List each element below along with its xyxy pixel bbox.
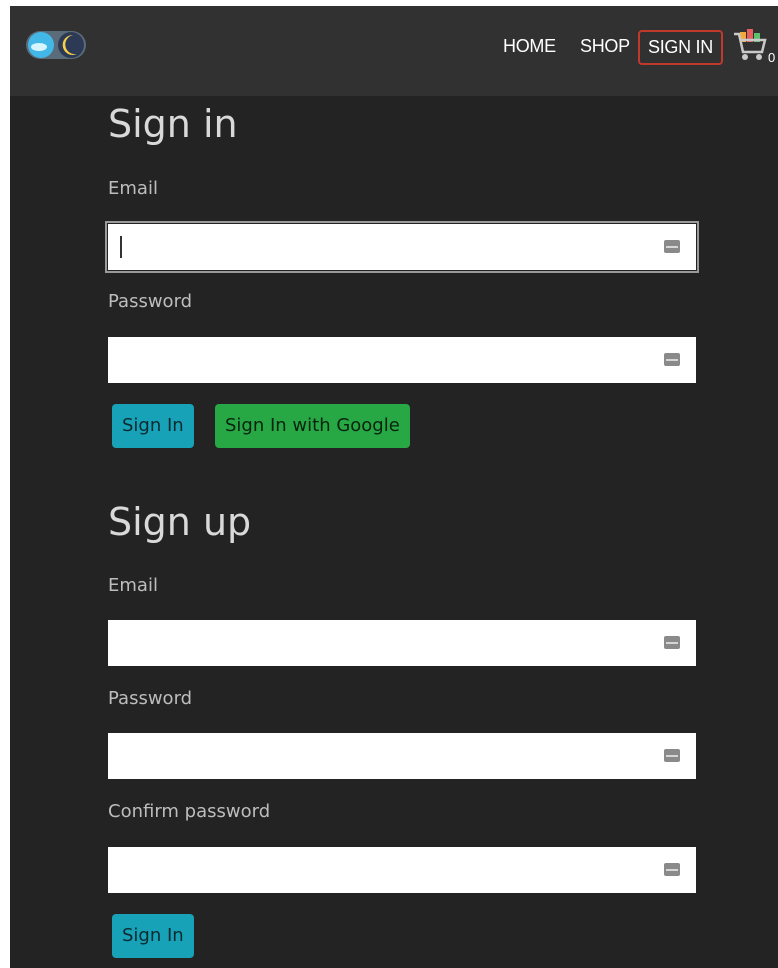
text-caret — [120, 236, 122, 258]
nav-shop-link[interactable]: SHOP — [580, 36, 630, 57]
top-navbar: HOME SHOP SIGN IN 0 — [10, 6, 778, 96]
sign-in-title: Sign in — [108, 102, 238, 146]
credential-key-icon[interactable] — [664, 240, 680, 253]
credential-key-icon[interactable] — [664, 353, 680, 366]
cart-count-badge: 0 — [768, 50, 776, 65]
sign-up-submit-button[interactable]: Sign In — [112, 914, 194, 958]
sign-up-email-label: Email — [108, 575, 158, 596]
sign-up-email-input[interactable] — [108, 620, 696, 666]
sign-up-title: Sign up — [108, 500, 252, 544]
sign-in-email-label: Email — [108, 178, 158, 199]
sign-in-google-button[interactable]: Sign In with Google — [215, 404, 410, 448]
app-frame: HOME SHOP SIGN IN 0 Sign in Email Passwo… — [10, 6, 778, 968]
sign-up-confirm-password-label: Confirm password — [108, 801, 271, 822]
sign-up-password-label: Password — [108, 688, 193, 709]
sign-in-submit-button[interactable]: Sign In — [112, 404, 194, 448]
nav-home-link[interactable]: HOME — [503, 36, 556, 57]
credential-key-icon[interactable] — [664, 636, 680, 649]
theme-toggle-logo-icon[interactable] — [25, 30, 87, 60]
sign-in-password-label: Password — [108, 291, 193, 312]
sign-up-password-input[interactable] — [108, 733, 696, 779]
sign-up-confirm-password-input[interactable] — [108, 847, 696, 893]
nav-sign-in-link[interactable]: SIGN IN — [638, 30, 723, 65]
credential-key-icon[interactable] — [664, 863, 680, 876]
shopping-cart-icon[interactable] — [732, 26, 768, 62]
sign-in-email-input[interactable] — [105, 221, 699, 273]
credential-key-icon[interactable] — [664, 749, 680, 762]
sign-in-password-input[interactable] — [108, 337, 696, 383]
